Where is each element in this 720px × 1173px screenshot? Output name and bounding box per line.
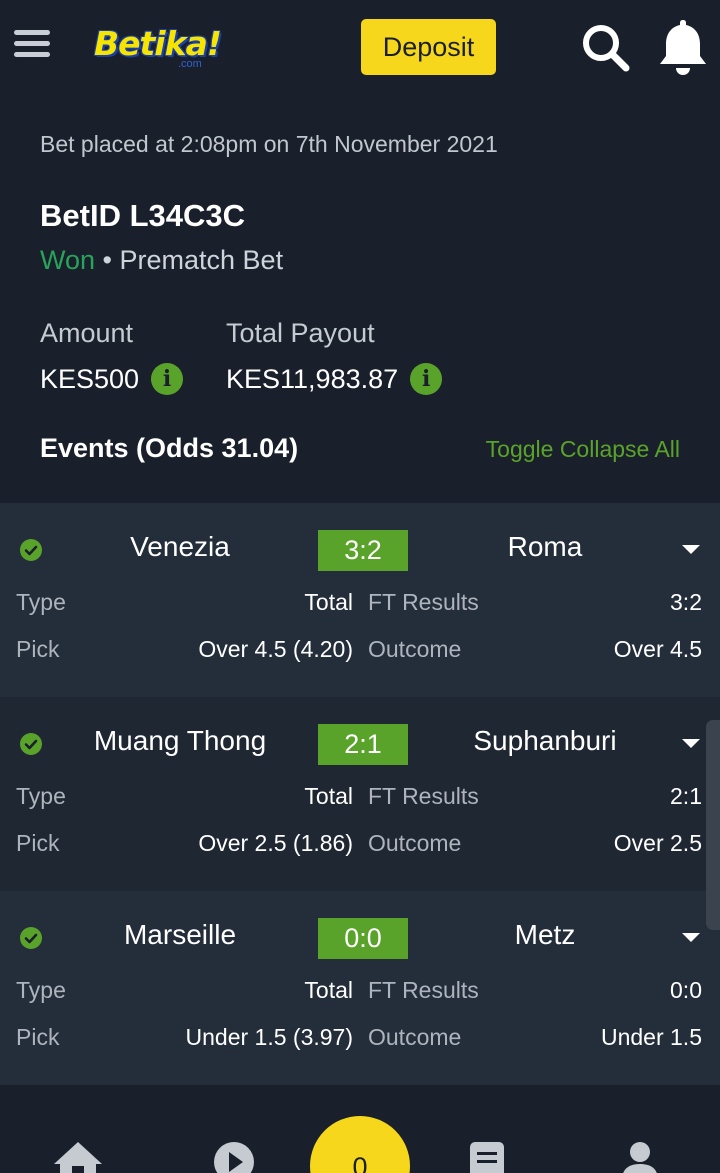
outcome-value: Under 1.5 bbox=[600, 1024, 702, 1050]
bet-status-won: Won bbox=[40, 245, 96, 275]
profile-icon[interactable] bbox=[620, 1140, 660, 1173]
event-card[interactable]: Venezia 3:2 Roma Type Total FT Results 3… bbox=[0, 503, 720, 697]
play-icon[interactable] bbox=[212, 1140, 256, 1173]
pick-label: Pick bbox=[16, 830, 60, 856]
payout-value-row: KES11,983.87 i bbox=[226, 363, 443, 395]
payout-value: KES11,983.87 bbox=[226, 363, 399, 394]
home-icon[interactable] bbox=[52, 1140, 104, 1173]
chevron-down-icon[interactable] bbox=[682, 739, 700, 748]
payout-label: Total Payout bbox=[226, 318, 375, 348]
outcome-value: Over 4.5 bbox=[613, 636, 702, 662]
event-score: 0:0 bbox=[318, 918, 408, 959]
type-value: Total bbox=[304, 977, 353, 1003]
home-team: Marseille bbox=[123, 919, 237, 950]
won-check-icon bbox=[20, 733, 42, 755]
ft-results-label: FT Results bbox=[368, 589, 479, 615]
bet-placed-time: Bet placed at 2:08pm on 7th November 202… bbox=[40, 131, 498, 157]
pick-row: Pick Over 4.5 (4.20) Outcome Over 4.5 bbox=[0, 636, 720, 666]
ft-results-value: 0:0 bbox=[670, 977, 702, 1003]
amount-label: Amount bbox=[40, 318, 134, 348]
won-check-icon bbox=[20, 927, 42, 949]
pick-row: Pick Under 1.5 (3.97) Outcome Under 1.5 bbox=[0, 1024, 720, 1054]
outcome-label: Outcome bbox=[368, 830, 462, 856]
pick-value: Over 2.5 (1.86) bbox=[198, 830, 353, 856]
home-team: Muang Thong bbox=[93, 725, 267, 756]
deposit-button[interactable]: Deposit bbox=[361, 19, 496, 75]
events-title: Events (Odds 31.04) bbox=[40, 433, 299, 463]
top-bar: Betika! .com Deposit bbox=[0, 0, 720, 96]
betslip-count[interactable]: 0 bbox=[310, 1116, 410, 1173]
type-row: Type Total FT Results 0:0 bbox=[0, 977, 720, 1007]
chevron-down-icon[interactable] bbox=[682, 545, 700, 554]
ft-results-label: FT Results bbox=[368, 977, 479, 1003]
logo-subtext: .com bbox=[178, 58, 202, 70]
payout-block: Total Payout KES11,983.87 i bbox=[226, 318, 443, 395]
bet-id: BetID L34C3C bbox=[40, 198, 245, 233]
search-icon[interactable] bbox=[580, 22, 632, 74]
away-team: Metz bbox=[514, 919, 576, 950]
chevron-down-icon[interactable] bbox=[682, 933, 700, 942]
status-separator: • bbox=[95, 245, 120, 275]
amount-info-icon[interactable]: i bbox=[151, 363, 184, 395]
type-label: Type bbox=[16, 783, 66, 809]
type-label: Type bbox=[16, 977, 66, 1003]
bet-type: Prematch Bet bbox=[119, 245, 284, 275]
amount-block: Amount KES500 i bbox=[40, 318, 184, 395]
type-value: Total bbox=[304, 783, 353, 809]
payout-info-icon[interactable]: i bbox=[410, 363, 443, 395]
bottom-nav: 0 bbox=[0, 1100, 720, 1173]
amount-value-row: KES500 i bbox=[40, 363, 184, 395]
type-row: Type Total FT Results 3:2 bbox=[0, 589, 720, 619]
bell-icon[interactable] bbox=[656, 16, 710, 78]
outcome-label: Outcome bbox=[368, 1024, 462, 1050]
event-score: 2:1 bbox=[318, 724, 408, 765]
amount-value: KES500 bbox=[40, 363, 140, 394]
type-row: Type Total FT Results 2:1 bbox=[0, 783, 720, 813]
pick-label: Pick bbox=[16, 636, 60, 662]
event-score: 3:2 bbox=[318, 530, 408, 571]
logo-text: Betika! bbox=[94, 24, 222, 63]
scrollbar-handle[interactable] bbox=[706, 720, 720, 930]
outcome-value: Over 2.5 bbox=[613, 830, 702, 856]
hamburger-menu-icon[interactable] bbox=[14, 30, 50, 58]
pick-label: Pick bbox=[16, 1024, 60, 1050]
type-label: Type bbox=[16, 589, 66, 615]
toggle-collapse-all-link[interactable]: Toggle Collapse All bbox=[486, 436, 680, 463]
pick-value: Over 4.5 (4.20) bbox=[198, 636, 353, 662]
event-card[interactable]: Marseille 0:0 Metz Type Total FT Results… bbox=[0, 891, 720, 1085]
ft-results-value: 3:2 bbox=[670, 589, 702, 615]
pick-row: Pick Over 2.5 (1.86) Outcome Over 2.5 bbox=[0, 830, 720, 860]
receipt-icon[interactable] bbox=[468, 1140, 506, 1173]
betika-logo[interactable]: Betika! .com bbox=[94, 24, 224, 76]
bet-status-line: Won • Prematch Bet bbox=[40, 245, 700, 276]
away-team: Roma bbox=[507, 531, 583, 562]
won-check-icon bbox=[20, 539, 42, 561]
ft-results-value: 2:1 bbox=[670, 783, 702, 809]
away-team: Suphanburi bbox=[473, 725, 617, 756]
pick-value: Under 1.5 (3.97) bbox=[185, 1024, 353, 1050]
outcome-label: Outcome bbox=[368, 636, 462, 662]
home-team: Venezia bbox=[130, 531, 230, 562]
ft-results-label: FT Results bbox=[368, 783, 479, 809]
event-card[interactable]: Muang Thong 2:1 Suphanburi Type Total FT… bbox=[0, 697, 720, 891]
type-value: Total bbox=[304, 589, 353, 615]
